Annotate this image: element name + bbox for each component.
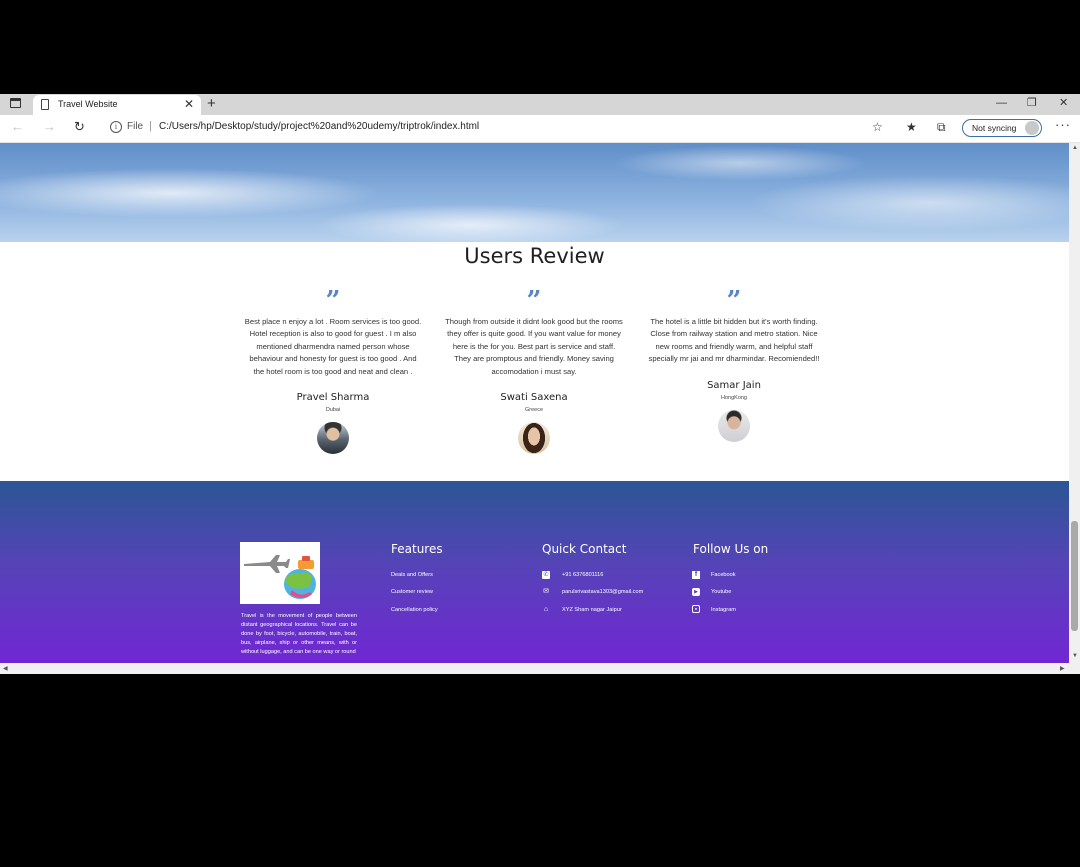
add-favorite-icon[interactable]: ☆ [872, 120, 883, 134]
more-icon[interactable]: ··· [1055, 117, 1071, 132]
info-icon[interactable]: i [110, 121, 122, 133]
reviewer-location: Greece [524, 407, 544, 414]
sync-button[interactable]: Not syncing [962, 119, 1042, 137]
review-card: ” Best place n enjoy a lot . Room servic… [244, 286, 422, 455]
quote-icon: ” [726, 286, 742, 316]
window-menu-icon[interactable] [10, 98, 21, 108]
favorites-icon[interactable]: ★ [906, 120, 917, 134]
facebook-link[interactable]: Facebook [711, 572, 736, 578]
instagram-icon[interactable]: ● [692, 605, 700, 613]
contact-address: XYZ Sham nagar Jaipur [562, 607, 622, 613]
reviewer-location: Dubai [325, 407, 341, 414]
sync-label: Not syncing [972, 123, 1017, 133]
review-card: ” The hotel is a little bit hidden but i… [645, 286, 823, 442]
facebook-icon[interactable]: f [692, 571, 700, 579]
address-toolbar: ← → ↻ i File | C:/Users/hp/Desktop/study… [0, 115, 1080, 143]
scrollbar-corner [1069, 663, 1080, 674]
address-scheme: File [127, 121, 144, 132]
site-footer: Travel is the movement of people between… [0, 481, 1069, 663]
reviews-title: Users Review [464, 244, 605, 268]
address-bar[interactable]: i File | C:/Users/hp/Desktop/study/proje… [100, 118, 890, 138]
follow-us-title: Follow Us on [693, 542, 769, 556]
scroll-up-icon[interactable]: ▲ [1072, 145, 1078, 151]
quote-icon: ” [526, 286, 542, 316]
review-text: Though from outside it didnt look good b… [445, 317, 623, 376]
deals-link[interactable]: Deals and Offers [391, 572, 433, 578]
forward-arrow-icon[interactable]: → [43, 119, 56, 135]
tab-strip: Travel Website ✕ + — ❐ ✕ [0, 94, 1080, 115]
address-url[interactable]: C:/Users/hp/Desktop/study/project%20and%… [159, 121, 479, 132]
address-separator: | [149, 120, 152, 132]
reviewer-name: Pravel Sharma [296, 392, 370, 404]
tab-travel-website[interactable]: Travel Website ✕ [33, 95, 201, 115]
quick-contact-title: Quick Contact [542, 542, 627, 556]
refresh-icon[interactable]: ↻ [74, 119, 85, 135]
restore-icon[interactable]: ❐ [1027, 96, 1037, 110]
tab-title: Travel Website [58, 99, 118, 109]
review-text: Best place n enjoy a lot . Room services… [244, 317, 422, 376]
contact-email[interactable]: parulsrivastava1303@gmail.com [562, 589, 643, 595]
cancellation-policy-link[interactable]: Cancellation policy [391, 607, 438, 613]
mail-icon: ✉ [543, 588, 549, 595]
back-arrow-icon[interactable]: ← [11, 119, 24, 135]
contact-phone[interactable]: +91 6376801116 [562, 572, 603, 578]
vertical-scroll-thumb[interactable] [1071, 521, 1078, 631]
scroll-right-icon[interactable]: ▶ [1060, 665, 1065, 672]
profile-avatar-icon [1025, 121, 1039, 135]
window-close-icon[interactable]: ✕ [1059, 96, 1068, 110]
vertical-scrollbar[interactable]: ▲ ▼ [1069, 143, 1080, 663]
review-card: ” Though from outside it didnt look good… [445, 286, 623, 455]
customer-review-link[interactable]: Customer review [391, 589, 433, 595]
close-icon[interactable]: ✕ [184, 97, 194, 111]
quote-icon: ” [325, 286, 341, 316]
scroll-down-icon[interactable]: ▼ [1072, 653, 1078, 659]
collections-icon[interactable]: ⧉ [937, 120, 946, 134]
features-title: Features [391, 542, 443, 556]
reviewer-avatar [317, 422, 349, 455]
youtube-icon[interactable]: ▶ [692, 588, 700, 596]
minimize-icon[interactable]: — [996, 96, 1007, 110]
reviewer-avatar [718, 409, 750, 442]
plus-icon[interactable]: + [207, 94, 216, 114]
youtube-link[interactable]: Youtube [711, 589, 731, 595]
hero-sky-banner [0, 143, 1069, 242]
page-icon [41, 99, 49, 110]
phone-icon: ✆ [542, 571, 550, 579]
reviewer-name: Swati Saxena [500, 392, 568, 404]
review-text: The hotel is a little bit hidden but it'… [648, 317, 820, 364]
reviewer-avatar [518, 422, 550, 455]
horizontal-scrollbar[interactable]: ◀ ▶ [0, 663, 1069, 674]
reviewer-name: Samar Jain [707, 379, 761, 391]
site-logo[interactable] [240, 542, 320, 604]
instagram-link[interactable]: Instagram [711, 607, 736, 613]
scroll-left-icon[interactable]: ◀ [3, 665, 8, 672]
browser-window: Travel Website ✕ + — ❐ ✕ ← → ↻ i File | … [0, 94, 1080, 674]
footer-about-text: Travel is the movement of people between… [241, 613, 357, 655]
home-icon: ⌂ [543, 606, 549, 613]
page-viewport: Users Review ” Best place n enjoy a lot … [0, 143, 1069, 663]
reviewer-location: HongKong [721, 394, 747, 401]
